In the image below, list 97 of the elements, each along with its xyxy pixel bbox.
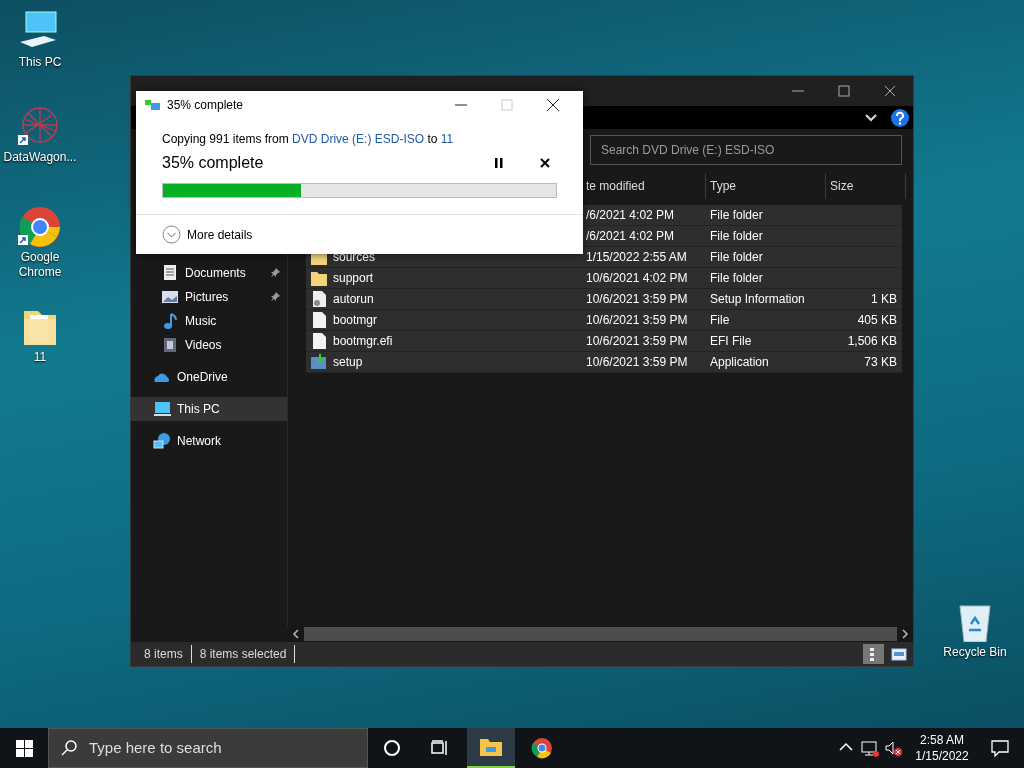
sidebar-label: Videos [185, 337, 222, 354]
music-note-icon [161, 312, 179, 330]
sidebar-label: Pictures [185, 289, 229, 306]
column-header[interactable]: Size [826, 173, 906, 199]
size-cell-text: 1,506 KB [846, 333, 898, 350]
settings-file-icon [310, 290, 328, 308]
type-cell-text: EFI File [709, 333, 753, 350]
maximize-icon [836, 83, 852, 99]
computer-icon [153, 400, 171, 418]
taskbar-search-field[interactable]: Type here to search [87, 735, 347, 761]
desktop-icon-label[interactable]: Recycle Bin [943, 645, 1007, 660]
sidebar-label: OneDrive [177, 369, 228, 386]
desktop-icon-label[interactable]: This PC [18, 55, 62, 70]
sidebar-item[interactable]: Music [131, 309, 287, 333]
date-cell-text: 1/15/2022 2:55 AM [586, 249, 688, 266]
search-icon [61, 740, 77, 756]
file-name: bootmgr [333, 312, 378, 329]
speech-bubble-icon [991, 739, 1009, 757]
type-cell-text: Setup Information [709, 291, 806, 308]
sidebar-item[interactable]: Pictures [131, 285, 287, 309]
network-icon [153, 432, 171, 450]
file-row[interactable]: autorun 10/6/2021 3:59 PM Setup Information 1 KB [306, 289, 902, 310]
sidebar-item[interactable]: Network [131, 429, 287, 453]
more-details-button[interactable]: More details [162, 225, 253, 244]
source-link[interactable]: DVD Drive (E:) ESD-ISO [292, 132, 425, 146]
file-name: bootmgr.efi [333, 333, 393, 350]
maximize-icon [499, 97, 515, 113]
size-cell-text: 73 KB [863, 354, 898, 371]
sidebar-label: Documents [185, 265, 246, 282]
date-cell-text: /6/2021 4:02 PM [586, 228, 676, 245]
folder-icon [479, 737, 503, 757]
desktop-icon-label[interactable]: DataWagon... [3, 150, 77, 165]
date-cell-text: 10/6/2021 3:59 PM [586, 312, 689, 329]
sidebar-item[interactable]: Documents [131, 261, 287, 285]
copy-icon [145, 99, 161, 111]
cancel-icon [540, 158, 550, 168]
taskbar-search-box[interactable]: Type here to search [48, 728, 368, 768]
progress-text: 35% complete [162, 153, 265, 173]
size-cell-text: 405 KB [856, 312, 898, 329]
minimize-icon [792, 90, 804, 92]
sidebar-label: Network [177, 433, 221, 450]
type-cell-text: File [709, 312, 731, 329]
chevron-down-icon [865, 113, 877, 122]
pause-icon [495, 158, 503, 168]
date-cell-text: 10/6/2021 3:59 PM [586, 291, 689, 308]
date-cell-text: /6/2021 4:02 PM [586, 207, 676, 224]
status-text: 8 items selected [199, 645, 296, 663]
close-icon [545, 97, 561, 113]
sidebar-item[interactable]: OneDrive [131, 365, 287, 389]
type-cell-text: File folder [709, 228, 764, 245]
sidebar-item[interactable]: This PC [131, 397, 287, 421]
tiles-view-icon [890, 647, 907, 661]
file-name: autorun [333, 291, 374, 308]
file-name: support [333, 270, 374, 287]
file-row[interactable]: setup 10/6/2021 3:59 PM Application 73 KB [306, 352, 902, 373]
type-cell-text: File folder [709, 207, 764, 224]
status-text: 8 items [144, 645, 192, 663]
size-cell-text: 1 KB [870, 291, 898, 308]
file-row[interactable]: bootmgr 10/6/2021 3:59 PM File 405 KB [306, 310, 902, 331]
type-cell-text: File folder [709, 249, 764, 266]
close-icon [882, 83, 898, 99]
date-cell-text: 10/6/2021 4:02 PM [586, 270, 689, 287]
date-cell-text: 10/6/2021 3:59 PM [586, 333, 689, 350]
type-cell-text: Application [709, 354, 770, 371]
chevron-circle-icon [162, 225, 181, 244]
desktop-icon-label[interactable]: 11 [33, 350, 47, 365]
document-icon [161, 264, 179, 282]
file-name: sources [333, 249, 376, 266]
date-cell-text: 10/6/2021 3:59 PM [586, 354, 689, 371]
task-view-icon [431, 740, 449, 756]
column-header[interactable]: te modified [586, 173, 706, 199]
windows-logo-icon [15, 739, 33, 757]
column-header[interactable]: Type [706, 173, 826, 199]
file-row[interactable]: support 10/6/2021 4:02 PM File folder [306, 268, 902, 289]
scrollbar-thumb[interactable] [304, 627, 897, 641]
file-row[interactable]: bootmgr.efi 10/6/2021 3:59 PM EFI File 1,506 KB [306, 331, 902, 352]
destination-link[interactable]: 11 [440, 132, 454, 146]
sidebar-item[interactable]: Videos [131, 333, 287, 357]
details-view-button[interactable] [863, 644, 884, 664]
clock-date[interactable]: 1/15/2022 [915, 748, 969, 764]
search-field[interactable]: Search DVD Drive (E:) ESD-ISO [590, 135, 902, 165]
type-cell-text: File folder [709, 270, 764, 287]
minimize-icon [455, 104, 467, 106]
file-name: setup [333, 354, 363, 371]
help-icon[interactable] [891, 108, 909, 127]
film-icon [161, 336, 179, 354]
installer-icon [310, 353, 328, 371]
file-explorer-button[interactable] [467, 728, 515, 768]
picture-icon [161, 288, 179, 306]
copy-message: Copying 991 items from DVD Drive (E:) ESD-ISO to 11 [162, 131, 455, 148]
clock-time[interactable]: 2:58 AM [920, 732, 964, 748]
sidebar-label: Music [185, 313, 217, 330]
chrome-logo-icon [531, 737, 553, 759]
desktop-icon-label[interactable]: Google Chrome [0, 250, 80, 280]
circle-icon [383, 739, 401, 757]
sidebar-label: This PC [177, 401, 220, 418]
dialog-title: 35% complete [167, 97, 245, 114]
